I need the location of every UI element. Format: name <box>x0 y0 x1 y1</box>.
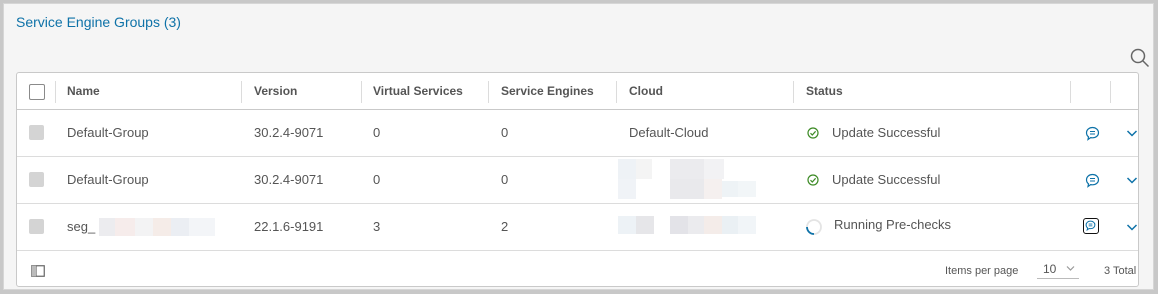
items-per-page-value: 10 <box>1043 262 1057 276</box>
chat-icon[interactable] <box>1085 126 1100 141</box>
table-row[interactable]: Default-Group 30.2.4-9071 0 0 Update Suc… <box>17 157 1138 204</box>
chat-icon[interactable] <box>1085 173 1100 188</box>
cell-status: Running Pre-checks <box>834 217 952 232</box>
column-header-cloud[interactable]: Cloud <box>617 73 663 109</box>
success-icon <box>807 174 819 186</box>
cell-status: Update Successful <box>832 172 941 187</box>
cell-version: 30.2.4-9071 <box>254 172 324 187</box>
spinner-icon <box>806 219 822 235</box>
success-icon <box>807 127 819 139</box>
column-header-service-engines[interactable]: Service Engines <box>489 73 594 109</box>
cell-cloud: Default-Cloud <box>629 125 709 140</box>
cell-service-engines: 0 <box>501 172 509 187</box>
cell-version: 22.1.6-9191 <box>254 219 324 234</box>
table-row[interactable]: Default-Group 30.2.4-9071 0 0 Default-Cl… <box>17 110 1138 157</box>
cell-virtual-services: 3 <box>373 219 381 234</box>
cell-status: Update Successful <box>832 125 941 140</box>
chat-icon <box>1085 220 1096 231</box>
items-per-page-select[interactable]: 10 <box>1037 259 1079 279</box>
chevron-down-icon[interactable] <box>1126 223 1138 232</box>
table-row[interactable]: seg_ 22.1.6-9191 3 2 Running Pre-checks <box>17 204 1138 251</box>
chat-button-focused[interactable] <box>1083 218 1099 234</box>
service-engine-groups-panel: Service Engine Groups (3) Name Version V… <box>3 3 1154 290</box>
cell-name[interactable]: Default-Group <box>55 157 149 203</box>
chevron-down-icon <box>1066 266 1075 271</box>
search-icon[interactable] <box>1130 48 1150 68</box>
cell-name[interactable]: Default-Group <box>55 110 149 156</box>
select-all-checkbox[interactable] <box>29 84 45 100</box>
row-checkbox[interactable] <box>29 172 44 187</box>
chevron-down-icon[interactable] <box>1126 129 1138 138</box>
cell-service-engines: 2 <box>501 219 509 234</box>
chevron-down-icon[interactable] <box>1126 176 1138 185</box>
items-per-page-label: Items per page <box>945 265 1019 277</box>
redacted-cloud-name <box>618 159 768 203</box>
column-header-status[interactable]: Status <box>794 73 843 109</box>
redacted-name-suffix <box>99 218 219 236</box>
grid-header: Name Version Virtual Services Service En… <box>17 73 1138 110</box>
column-toggle-icon[interactable] <box>31 265 45 277</box>
data-grid: Name Version Virtual Services Service En… <box>16 72 1139 287</box>
column-header-version[interactable]: Version <box>242 73 297 109</box>
cell-name[interactable]: seg_ <box>55 204 95 250</box>
cell-version: 30.2.4-9071 <box>254 125 324 140</box>
grid-footer: Items per page 10 3 Total <box>17 253 1138 287</box>
column-header-name[interactable]: Name <box>55 73 100 109</box>
total-count: 3 Total <box>1104 265 1137 277</box>
redacted-cloud-name <box>618 216 768 234</box>
column-header-virtual-services[interactable]: Virtual Services <box>361 73 463 109</box>
cell-service-engines: 0 <box>501 125 509 140</box>
cell-virtual-services: 0 <box>373 172 381 187</box>
cell-virtual-services: 0 <box>373 125 381 140</box>
row-checkbox[interactable] <box>29 219 44 234</box>
page-title: Service Engine Groups (3) <box>16 14 181 30</box>
row-checkbox[interactable] <box>29 125 44 140</box>
